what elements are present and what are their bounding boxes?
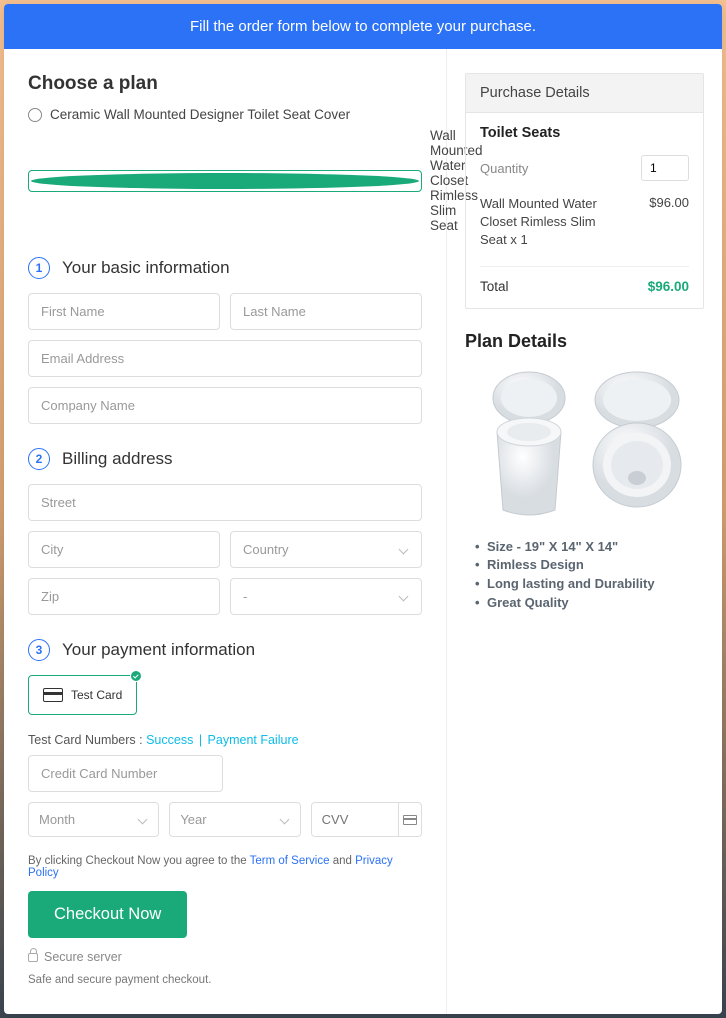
secure-server: Secure server	[28, 950, 422, 964]
first-name-input[interactable]	[28, 293, 220, 330]
bullet-item: Rimless Design	[487, 556, 704, 575]
section-title: Your payment information	[62, 640, 255, 660]
purchase-details-box: Purchase Details Toilet Seats Quantity W…	[465, 73, 704, 309]
cvv-input[interactable]	[312, 803, 399, 836]
bullet-item: Size - 19" X 14" X 14"	[487, 538, 704, 557]
radio-icon	[28, 108, 42, 122]
total-value: $96.00	[648, 279, 689, 294]
cvv-field	[311, 802, 422, 837]
section-title: Your basic information	[62, 258, 230, 278]
purchase-details-heading: Purchase Details	[466, 74, 703, 113]
state-select[interactable]: -	[230, 578, 422, 615]
line-item-price: $96.00	[649, 195, 689, 250]
radio-selected-icon	[28, 170, 422, 192]
credit-card-icon	[403, 815, 417, 825]
form-column: Choose a plan Ceramic Wall Mounted Desig…	[4, 49, 447, 1014]
country-placeholder: Country	[243, 542, 289, 557]
cvv-icon-box	[398, 803, 421, 836]
section-basic-info: 1 Your basic information	[28, 257, 422, 279]
line-item: Wall Mounted Water Closet Rimless Slim S…	[480, 195, 689, 267]
country-select[interactable]: Country	[230, 531, 422, 568]
quantity-label: Quantity	[480, 161, 528, 176]
email-input[interactable]	[28, 340, 422, 377]
section-title: Billing address	[62, 449, 173, 469]
total-row: Total $96.00	[480, 267, 689, 294]
section-billing: 2 Billing address	[28, 448, 422, 470]
company-input[interactable]	[28, 387, 422, 424]
summary-column: Purchase Details Toilet Seats Quantity W…	[447, 49, 722, 1014]
tos-link[interactable]: Term of Service	[250, 855, 330, 867]
state-placeholder: -	[243, 589, 247, 604]
plan-option-label: Ceramic Wall Mounted Designer Toilet Sea…	[50, 107, 350, 122]
section-payment: 3 Your payment information	[28, 639, 422, 661]
bullet-item: Great Quality	[487, 594, 704, 613]
tcn-success-link[interactable]: Success	[146, 733, 193, 747]
test-card-option[interactable]: Test Card	[28, 675, 137, 715]
quantity-row: Quantity	[480, 155, 689, 181]
cc-year-select[interactable]: Year	[169, 802, 300, 837]
safe-text: Safe and secure payment checkout.	[28, 974, 422, 986]
category-title: Toilet Seats	[480, 125, 689, 141]
plan-bullets: Size - 19" X 14" X 14" Rimless Design Lo…	[465, 538, 704, 613]
credit-card-icon	[43, 688, 63, 702]
plan-option-ceramic[interactable]: Ceramic Wall Mounted Designer Toilet Sea…	[28, 107, 422, 122]
bullet-item: Long lasting and Durability	[487, 575, 704, 594]
chevron-down-icon	[138, 815, 148, 825]
content: Choose a plan Ceramic Wall Mounted Desig…	[4, 49, 722, 1014]
tcn-failure-link[interactable]: Payment Failure	[208, 733, 299, 747]
test-card-numbers: Test Card Numbers : Success | Payment Fa…	[28, 733, 422, 747]
agree-text: By clicking Checkout Now you agree to th…	[28, 855, 422, 879]
last-name-input[interactable]	[230, 293, 422, 330]
cc-month-select[interactable]: Month	[28, 802, 159, 837]
choose-plan-heading: Choose a plan	[28, 73, 422, 95]
checkout-button[interactable]: Checkout Now	[28, 891, 187, 938]
toilet-top-illustration	[587, 370, 687, 520]
step-number: 2	[28, 448, 50, 470]
checkout-page: Fill the order form below to complete yo…	[4, 4, 722, 1014]
line-item-name: Wall Mounted Water Closet Rimless Slim S…	[480, 195, 620, 250]
total-label: Total	[480, 279, 509, 294]
chevron-down-icon	[399, 592, 409, 602]
step-number: 3	[28, 639, 50, 661]
chevron-down-icon	[399, 545, 409, 555]
step-number: 1	[28, 257, 50, 279]
city-input[interactable]	[28, 531, 220, 568]
chevron-down-icon	[280, 815, 290, 825]
check-icon	[130, 670, 142, 682]
banner: Fill the order form below to complete yo…	[4, 4, 722, 49]
plan-option-wall-mounted[interactable]: Wall Mounted Water Closet Rimless Slim S…	[28, 128, 422, 233]
product-image	[465, 370, 704, 520]
street-input[interactable]	[28, 484, 422, 521]
purchase-details-body: Toilet Seats Quantity Wall Mounted Water…	[466, 113, 703, 308]
lock-icon	[28, 953, 38, 962]
zip-input[interactable]	[28, 578, 220, 615]
test-card-label: Test Card	[71, 688, 122, 702]
toilet-illustration	[482, 370, 577, 520]
cc-number-input[interactable]	[28, 755, 223, 792]
quantity-input[interactable]	[641, 155, 689, 181]
plan-details-heading: Plan Details	[465, 331, 704, 352]
